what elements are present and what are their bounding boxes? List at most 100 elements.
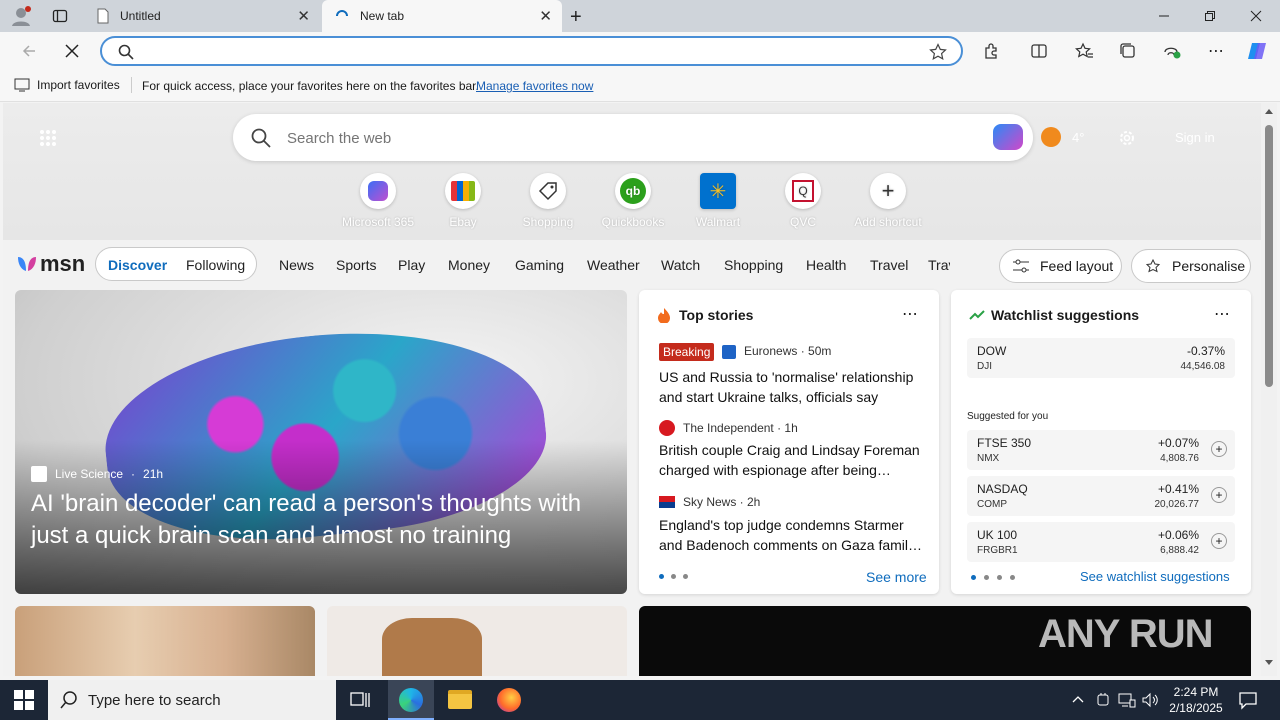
pager-dots[interactable]: [971, 575, 1015, 580]
tab-untitled[interactable]: Untitled ✕: [86, 0, 320, 32]
pager-dot[interactable]: [971, 575, 976, 580]
restore-icon[interactable]: [1187, 0, 1233, 32]
pager-dot[interactable]: [1010, 575, 1015, 580]
nav-watch[interactable]: Watch: [661, 257, 700, 273]
new-tab-plus-icon[interactable]: +: [570, 6, 582, 29]
nav-gaming[interactable]: Gaming: [515, 257, 564, 273]
stock-row-uk100[interactable]: UK 100 FRGBR1 +0.06% 6,888.42 +: [967, 522, 1235, 562]
hero-story-card[interactable]: Live Science · 21h AI 'brain decoder' ca…: [15, 290, 627, 594]
hero-headline[interactable]: AI 'brain decoder' can read a person's t…: [31, 488, 616, 552]
manage-favorites-link[interactable]: Manage favorites now: [476, 79, 593, 93]
favorite-star-icon[interactable]: [929, 43, 947, 61]
nav-health[interactable]: Health: [806, 257, 846, 273]
add-stock-plus-icon[interactable]: +: [1211, 441, 1227, 457]
stock-row-ftse350[interactable]: FTSE 350 NMX +0.07% 4,808.76 +: [967, 430, 1235, 470]
tab-new-tab[interactable]: New tab ✕: [322, 0, 562, 32]
shortcut-quickbooks[interactable]: qb Quickbooks: [593, 171, 673, 229]
pager-dot[interactable]: [671, 574, 676, 579]
nav-shopping[interactable]: Shopping: [724, 257, 783, 273]
volume-icon[interactable]: [1142, 692, 1160, 708]
extensions-icon[interactable]: [980, 40, 1002, 62]
story-headline[interactable]: England's top judge condemns Starmer and…: [659, 515, 927, 555]
pager-dot[interactable]: [659, 574, 664, 579]
task-view-icon[interactable]: [350, 690, 370, 710]
split-screen-icon[interactable]: [1028, 40, 1050, 62]
shortcut-walmart[interactable]: ✳ Walmart: [678, 171, 758, 229]
shortcut-microsoft-365[interactable]: Microsoft 365: [338, 171, 418, 229]
notifications-icon[interactable]: [1238, 690, 1258, 710]
stop-loading-icon[interactable]: [61, 40, 83, 62]
taskbar-edge[interactable]: [388, 680, 434, 720]
taskbar-file-explorer[interactable]: [438, 680, 484, 720]
sign-in-link[interactable]: Sign in: [1175, 130, 1215, 145]
shortcut-qvc[interactable]: Q QVC: [763, 171, 843, 229]
see-more-link[interactable]: See more: [866, 569, 927, 585]
tray-device-icon[interactable]: [1096, 692, 1110, 708]
pager-dot[interactable]: [997, 575, 1002, 580]
taskbar-search[interactable]: Type here to search: [48, 680, 336, 720]
add-stock-plus-icon[interactable]: +: [1211, 487, 1227, 503]
stock-change: +0.41%: [1157, 482, 1199, 496]
feed-layout-button[interactable]: Feed layout: [999, 249, 1122, 283]
network-icon[interactable]: [1118, 692, 1136, 708]
personalise-button[interactable]: Personalise: [1131, 249, 1251, 283]
address-bar[interactable]: [100, 36, 963, 66]
scroll-down-arrow[interactable]: [1265, 660, 1273, 665]
more-options-icon[interactable]: ⋯: [1214, 304, 1230, 324]
pager-dot[interactable]: [984, 575, 989, 580]
address-input[interactable]: [142, 41, 912, 61]
import-favorites-button[interactable]: Import favorites: [14, 78, 120, 92]
pager-dot[interactable]: [683, 574, 688, 579]
nav-money[interactable]: Money: [448, 257, 490, 273]
weather-temp[interactable]: 4°: [1072, 130, 1084, 145]
profile-icon[interactable]: [10, 5, 32, 27]
more-options-icon[interactable]: ⋯: [902, 304, 918, 324]
add-stock-plus-icon[interactable]: +: [1211, 533, 1227, 549]
shortcut-ebay[interactable]: Ebay: [423, 171, 503, 229]
tab-discover[interactable]: Discover: [108, 257, 167, 273]
shortcut-add[interactable]: + Add shortcut: [848, 171, 928, 229]
tray-overflow-icon[interactable]: [1071, 692, 1085, 706]
nav-weather[interactable]: Weather: [587, 257, 640, 273]
nav-news[interactable]: News: [279, 257, 314, 273]
web-search-box[interactable]: [233, 114, 1033, 161]
collections-icon[interactable]: [1117, 40, 1139, 62]
shortcut-shopping[interactable]: Shopping: [508, 171, 588, 229]
clock[interactable]: 2:24 PM 2/18/2025: [1166, 684, 1226, 716]
page-scrollbar[interactable]: [1261, 103, 1277, 676]
nav-travel[interactable]: Travel: [870, 257, 908, 273]
tab-following[interactable]: Following: [186, 257, 245, 273]
story-headline[interactable]: British couple Craig and Lindsay Foreman…: [659, 440, 927, 480]
tab-actions-icon[interactable]: [52, 8, 68, 24]
weather-icon[interactable]: [1041, 127, 1061, 147]
minimize-icon[interactable]: [1141, 0, 1187, 32]
copilot-search-icon[interactable]: [993, 124, 1023, 150]
nav-play[interactable]: Play: [398, 257, 425, 273]
copilot-icon[interactable]: [1246, 40, 1268, 62]
nav-overflow[interactable]: Trav: [928, 257, 950, 273]
story-card-boots[interactable]: [327, 606, 627, 676]
close-tab-icon[interactable]: ✕: [297, 7, 310, 25]
browser-essentials-icon[interactable]: [1161, 40, 1183, 62]
see-watchlist-link[interactable]: See watchlist suggestions: [1080, 569, 1230, 584]
shortcut-label: Microsoft 365: [341, 215, 415, 229]
more-menu-icon[interactable]: ⋯: [1205, 40, 1227, 62]
stock-row-nasdaq[interactable]: NASDAQ COMP +0.41% 20,026.77 +: [967, 476, 1235, 516]
taskbar-firefox[interactable]: [486, 680, 532, 720]
nav-sports[interactable]: Sports: [336, 257, 376, 273]
apps-grid-icon[interactable]: [39, 129, 57, 147]
settings-icon[interactable]: [1118, 129, 1136, 147]
story-card-couple[interactable]: [15, 606, 315, 676]
stock-row-dow[interactable]: DOW DJI -0.37% 44,546.08: [967, 338, 1235, 378]
favorites-icon[interactable]: [1073, 40, 1095, 62]
close-window-icon[interactable]: [1233, 0, 1279, 32]
scrollbar-thumb[interactable]: [1265, 125, 1273, 387]
web-search-input[interactable]: [287, 126, 887, 150]
back-icon[interactable]: [18, 40, 40, 62]
msn-logo[interactable]: msn: [16, 251, 85, 277]
close-tab-icon[interactable]: ✕: [539, 7, 552, 25]
start-button[interactable]: [14, 690, 34, 710]
pager-dots[interactable]: [659, 574, 688, 579]
story-headline[interactable]: US and Russia to 'normalise' relationshi…: [659, 367, 927, 407]
scroll-up-arrow[interactable]: [1265, 109, 1273, 114]
